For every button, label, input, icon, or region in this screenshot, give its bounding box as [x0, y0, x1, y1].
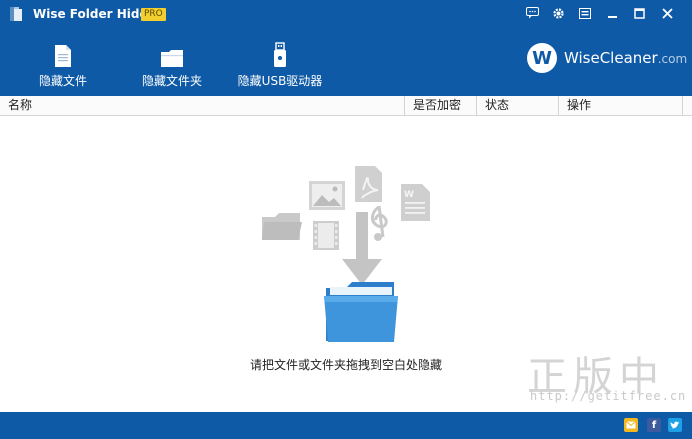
- email-button[interactable]: [624, 418, 638, 432]
- settings-button[interactable]: [547, 3, 569, 23]
- column-name[interactable]: 名称: [0, 96, 405, 115]
- drop-area[interactable]: W 请把文件或文件夹拖拽到空白处隐藏 正版中 http://getitfree.…: [0, 116, 692, 439]
- hide-file-button[interactable]: 隐藏文件: [30, 42, 96, 89]
- hide-folder-label: 隐藏文件夹: [141, 74, 202, 88]
- facebook-button[interactable]: f: [647, 418, 661, 432]
- hide-folder-button[interactable]: 隐藏文件夹: [135, 42, 209, 89]
- gear-icon: [552, 7, 564, 19]
- brand-name: WiseCleaner.com: [564, 49, 688, 67]
- svg-text:W: W: [404, 190, 414, 200]
- list-column-header: 名称 是否加密 状态 操作: [0, 96, 692, 116]
- minimize-button[interactable]: [601, 3, 623, 23]
- status-bar: f: [0, 412, 692, 439]
- menu-icon: [579, 7, 591, 19]
- folder-icon: [161, 50, 183, 67]
- pdf-icon: [355, 166, 382, 202]
- blue-folder-icon: [324, 282, 398, 342]
- wisecleaner-logo: W: [527, 43, 557, 73]
- maximize-button[interactable]: [628, 3, 650, 23]
- close-button[interactable]: [656, 3, 678, 23]
- usb-drive-icon: [274, 42, 286, 67]
- menu-button[interactable]: [574, 3, 596, 23]
- pro-badge: PRO: [141, 8, 166, 21]
- hide-usb-label: 隐藏USB驱动器: [237, 74, 323, 88]
- film-icon: [313, 221, 339, 250]
- image-icon: [309, 181, 345, 210]
- app-logo-icon: [10, 7, 22, 21]
- toolbar: 隐藏文件 隐藏文件夹 隐藏USB驱动器 W WiseCleaner.com: [0, 28, 692, 96]
- column-encrypted[interactable]: 是否加密: [405, 96, 477, 115]
- twitter-icon: [670, 421, 680, 429]
- drop-illustration: W: [262, 166, 430, 342]
- wisecleaner-brand[interactable]: W WiseCleaner.com: [527, 43, 688, 73]
- maximize-icon: [633, 7, 645, 19]
- hide-usb-button[interactable]: 隐藏USB驱动器: [234, 42, 326, 89]
- title-bar: Wise Folder Hider PRO: [0, 0, 692, 28]
- hide-file-label: 隐藏文件: [38, 74, 87, 88]
- music-note-icon: [371, 205, 388, 241]
- document-icon: W: [401, 184, 430, 221]
- folder-gray-icon: [262, 213, 302, 240]
- app-title: Wise Folder Hider: [33, 7, 154, 21]
- twitter-button[interactable]: [668, 418, 682, 432]
- watermark-url: http://getitfree.cn: [530, 389, 687, 403]
- column-status[interactable]: 状态: [477, 96, 559, 115]
- close-icon: [661, 7, 673, 19]
- file-icon: [55, 45, 71, 67]
- column-actions[interactable]: 操作: [559, 96, 683, 115]
- feedback-button[interactable]: [521, 3, 543, 23]
- minimize-icon: [607, 15, 617, 18]
- facebook-icon: f: [651, 419, 657, 431]
- chat-icon: [525, 7, 539, 19]
- email-icon: [626, 421, 636, 429]
